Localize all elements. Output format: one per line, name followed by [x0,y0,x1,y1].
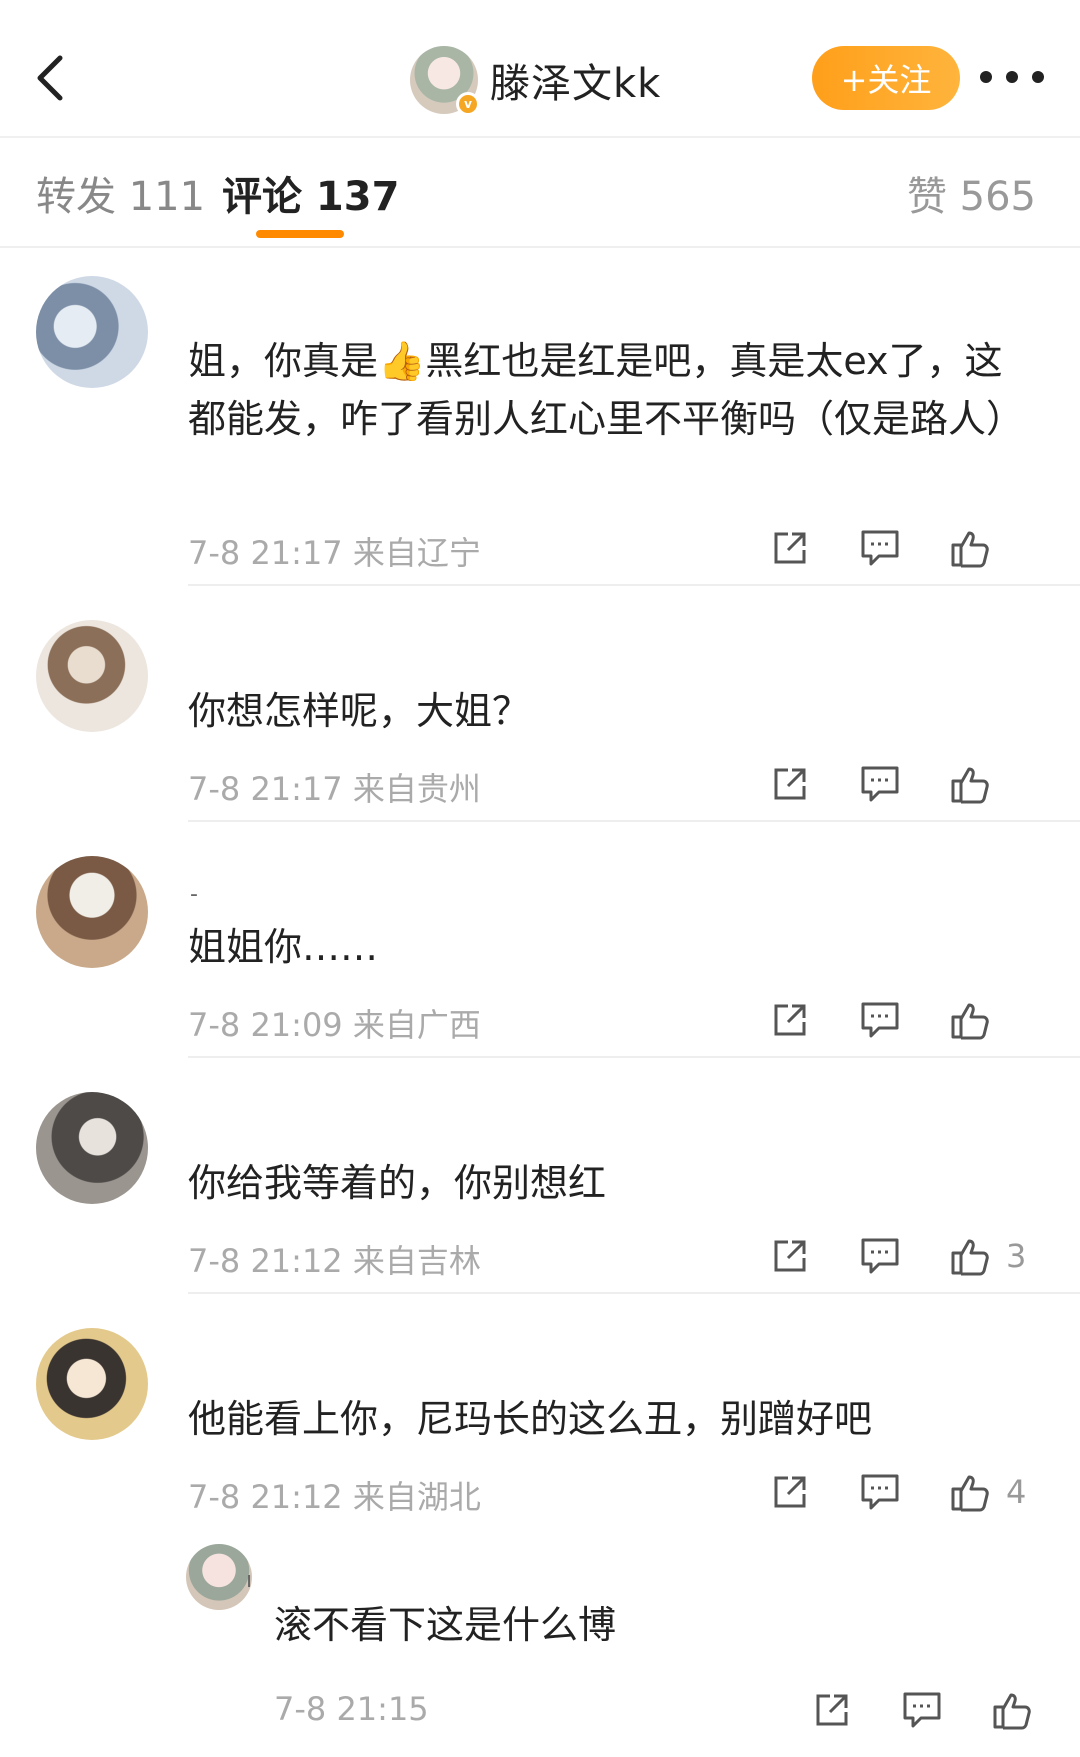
comment-mark: - [190,882,198,907]
back-button[interactable] [28,48,78,108]
reply-text: 滚不看下这是什么博 [274,1603,617,1647]
like-icon[interactable] [946,1232,994,1280]
comment-text: 姐，你真是👍黑红也是红是吧，真是太ex了，这都能发，咋了看别人红心里不平衡吗（仅… [188,339,1025,441]
chevron-left-icon [37,55,63,101]
reply-icon[interactable] [856,760,904,808]
like-icon[interactable] [946,996,994,1044]
avatar[interactable] [186,1544,252,1610]
share-icon[interactable] [766,524,814,572]
avatar[interactable] [36,620,148,732]
comment-text: 你给我等着的，你别想红 [188,1161,607,1205]
avatar[interactable]: v [410,46,480,116]
reply-icon[interactable] [856,524,904,572]
comment-actions: 3 [724,1232,1036,1280]
like-count: 3 [1006,1237,1027,1275]
comment-text: 你想怎样呢，大姐？ [188,689,531,733]
comment-item: 你给我等着的，你别想红 7-8 21:12 来自吉林 3 [0,1058,1080,1294]
share-icon[interactable] [808,1686,856,1734]
comment-meta: 7-8 21:17 来自贵州 [188,770,481,808]
comment-meta: 7-8 21:12 来自吉林 [188,1242,481,1280]
header-user[interactable]: v 滕泽文kk [410,44,661,116]
verified-badge-icon: v [456,92,480,116]
like-icon[interactable] [946,760,994,808]
comment-item: 他能看上你，尼玛长的这么丑，别蹭好吧 7-8 21:12 来自湖北 4 ı 滚不… [0,1294,1080,1757]
comment-item: 姐，你真是👍黑红也是红是吧，真是太ex了，这都能发，咋了看别人红心里不平衡吗（仅… [0,248,1080,586]
avatar[interactable] [36,856,148,968]
reply-icon[interactable] [856,996,904,1044]
comment-actions [724,996,1036,1044]
comment-meta: 7-8 21:17 来自辽宁 [188,534,481,572]
like-icon[interactable] [946,1468,994,1516]
like-count: 4 [1006,1473,1027,1511]
follow-button[interactable]: +关注 [812,46,960,110]
share-icon[interactable] [766,1468,814,1516]
comment-actions [724,524,1036,572]
tab-comment[interactable]: 评论 137 [222,164,399,222]
tab-like[interactable]: 赞 565 [907,164,1036,222]
reply-mark: ı [246,1568,253,1593]
top-bar: v 滕泽文kk +关注 [0,0,1080,138]
share-icon[interactable] [766,996,814,1044]
more-options-icon[interactable] [980,62,1044,92]
reply-item: ı 滚不看下这是什么博 7-8 21:15 [186,1544,1080,1754]
comment-actions [724,760,1036,808]
like-icon[interactable] [988,1686,1036,1734]
reply-meta: 7-8 21:15 [274,1690,429,1728]
reply-actions [766,1686,1036,1734]
tab-bar: 转发 111 评论 137 赞 565 [0,138,1080,248]
avatar[interactable] [36,276,148,388]
share-icon[interactable] [766,760,814,808]
reply-icon[interactable] [856,1468,904,1516]
comment-actions: 4 [724,1468,1036,1516]
reply-icon[interactable] [856,1232,904,1280]
tab-repost[interactable]: 转发 111 [36,164,205,222]
comment-meta: 7-8 21:09 来自广西 [188,1006,481,1044]
comment-meta: 7-8 21:12 来自湖北 [188,1478,481,1516]
username: 滕泽文kk [490,61,662,107]
reply-icon[interactable] [898,1686,946,1734]
active-tab-indicator [256,230,344,238]
avatar[interactable] [36,1328,148,1440]
comment-item: 你想怎样呢，大姐？ 7-8 21:17 来自贵州 [0,586,1080,822]
avatar[interactable] [36,1092,148,1204]
share-icon[interactable] [766,1232,814,1280]
like-icon[interactable] [946,524,994,572]
comment-text: 他能看上你，尼玛长的这么丑，别蹭好吧 [188,1397,873,1441]
comment-item: - 姐姐你…… 7-8 21:09 来自广西 [0,822,1080,1058]
comment-text: 姐姐你…… [188,925,379,969]
